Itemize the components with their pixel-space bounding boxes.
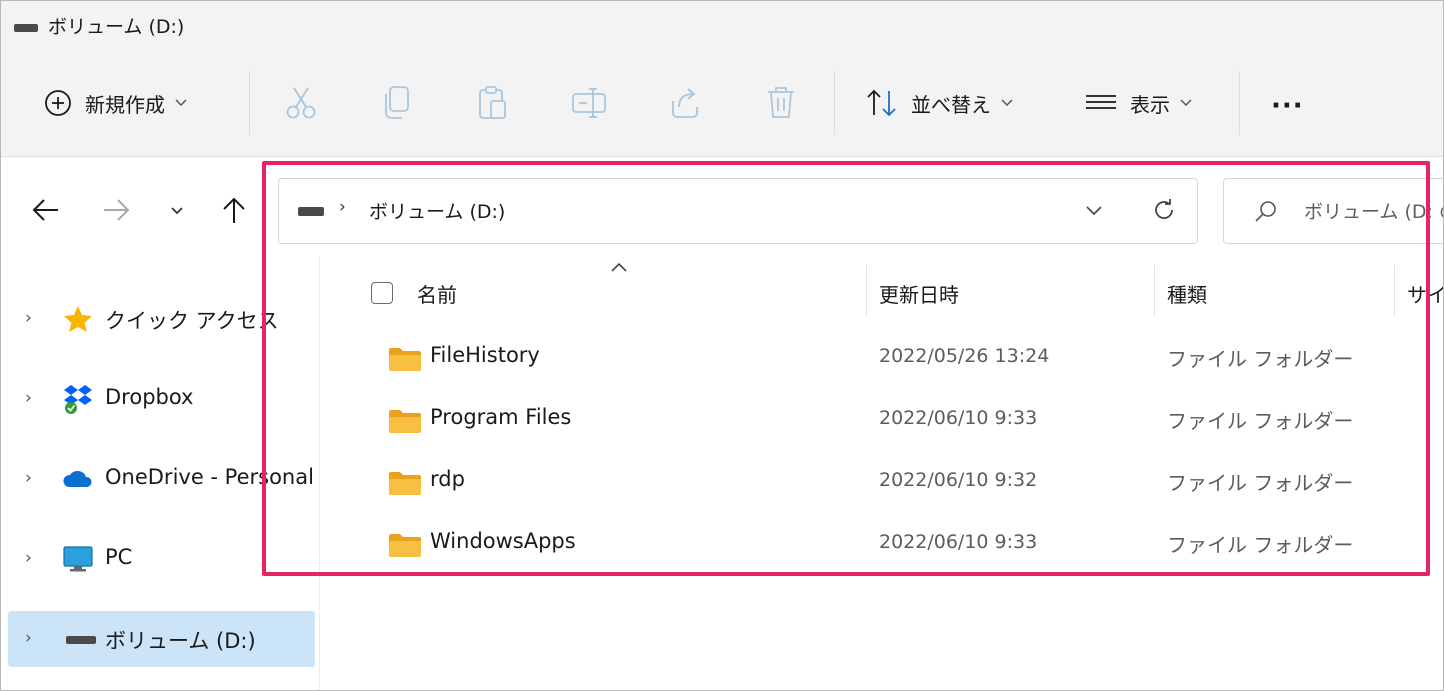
sidebar-item-pc[interactable]: › PC — [1, 531, 319, 587]
sidebar-item-label: Dropbox — [105, 385, 194, 409]
title-bar: ボリューム (D:) — [1, 1, 1443, 57]
monitor-icon — [63, 546, 93, 572]
more-dots-icon: ··· — [1271, 91, 1304, 121]
folder-icon — [389, 348, 421, 371]
back-arrow-icon[interactable] — [32, 197, 60, 223]
file-date: 2022/06/10 9:33 — [879, 407, 1038, 429]
column-divider[interactable] — [1154, 265, 1155, 317]
toolbar-divider — [249, 71, 250, 135]
sidebar-item-dropbox[interactable]: › Dropbox — [1, 371, 319, 427]
paste-icon[interactable] — [477, 85, 509, 121]
folder-icon — [389, 534, 421, 557]
explorer-window: ボリューム (D:) 新規作成 並べ替え 表示 ··· › ボリューム (D:)… — [0, 0, 1444, 691]
file-list: 名前 更新日時 種類 サイ FileHistory 2022/05/26 13:… — [320, 257, 1443, 690]
trash-icon[interactable] — [766, 85, 796, 121]
column-header-size[interactable]: サイ — [1407, 279, 1443, 308]
onedrive-cloud-icon — [63, 470, 92, 487]
new-button-label: 新規作成 — [85, 92, 165, 117]
drive-icon — [298, 207, 324, 216]
sidebar-item-volume-d[interactable]: › ボリューム (D:) — [8, 611, 315, 667]
file-row[interactable]: rdp 2022/06/10 9:32 ファイル フォルダー — [320, 450, 1443, 512]
view-button[interactable]: 表示 — [1084, 88, 1192, 118]
file-row[interactable]: WindowsApps 2022/06/10 9:33 ファイル フォルダー — [320, 512, 1443, 574]
cut-icon[interactable] — [284, 85, 318, 121]
file-type: ファイル フォルダー — [1167, 409, 1354, 433]
file-name: Program Files — [430, 405, 572, 429]
navigation-pane: › クイック アクセス › Dropbox › OneDrive - Perso… — [1, 257, 320, 690]
toolbar-divider — [1239, 71, 1240, 135]
expand-chevron-icon[interactable]: › — [25, 308, 32, 328]
column-header-name[interactable]: 名前 — [417, 279, 457, 308]
sidebar-item-label: PC — [105, 545, 133, 569]
window-title: ボリューム (D:) — [48, 16, 185, 38]
star-icon — [64, 306, 92, 332]
file-date: 2022/06/10 9:32 — [879, 469, 1038, 491]
new-button[interactable]: 新規作成 — [43, 88, 187, 118]
expand-chevron-icon[interactable]: › — [25, 548, 32, 568]
more-options-button[interactable]: ··· — [1271, 91, 1304, 121]
up-arrow-icon[interactable] — [221, 196, 247, 224]
sort-button[interactable]: 並べ替え — [865, 88, 1013, 118]
sidebar-item-quick-access[interactable]: › クイック アクセス — [1, 291, 319, 347]
file-type: ファイル フォルダー — [1167, 347, 1354, 371]
sidebar-item-label: クイック アクセス — [105, 309, 279, 333]
column-header-date[interactable]: 更新日時 — [879, 279, 959, 308]
forward-arrow-icon[interactable] — [102, 197, 130, 223]
chevron-down-icon — [1180, 99, 1192, 107]
file-name: rdp — [430, 467, 465, 491]
file-row[interactable]: Program Files 2022/06/10 9:33 ファイル フォルダー — [320, 388, 1443, 450]
breadcrumb-current[interactable]: ボリューム (D:) — [369, 197, 505, 224]
share-icon[interactable] — [669, 85, 701, 121]
list-view-icon — [1086, 95, 1116, 109]
chevron-down-icon — [1001, 99, 1013, 107]
toolbar-divider — [834, 71, 835, 135]
sort-button-label: 並べ替え — [911, 92, 991, 117]
drive-icon — [66, 636, 96, 644]
sort-arrows-icon — [867, 89, 896, 117]
rename-icon[interactable] — [571, 85, 607, 121]
sidebar-item-label: ボリューム (D:) — [105, 629, 256, 653]
search-box[interactable]: ボリューム (D: の — [1223, 178, 1444, 244]
navigation-bar: › ボリューム (D:) ボリューム (D: の — [1, 157, 1443, 257]
file-date: 2022/06/10 9:33 — [879, 531, 1038, 553]
address-history-chevron-icon[interactable] — [1085, 201, 1103, 219]
dropbox-icon — [64, 385, 92, 414]
view-button-label: 表示 — [1130, 92, 1170, 117]
file-name: FileHistory — [430, 343, 540, 367]
select-all-checkbox[interactable] — [371, 282, 393, 304]
search-icon — [1255, 201, 1276, 222]
chevron-down-icon — [175, 99, 187, 107]
refresh-icon[interactable] — [1151, 197, 1177, 223]
column-divider[interactable] — [1394, 265, 1395, 317]
expand-chevron-icon[interactable]: › — [25, 628, 32, 648]
drive-icon — [14, 24, 38, 32]
column-header-row: 名前 更新日時 種類 サイ — [320, 257, 1443, 317]
file-row[interactable]: FileHistory 2022/05/26 13:24 ファイル フォルダー — [320, 326, 1443, 388]
recent-locations-chevron-icon[interactable] — [170, 206, 184, 216]
expand-chevron-icon[interactable]: › — [25, 468, 32, 488]
sidebar-item-onedrive[interactable]: › OneDrive - Personal — [1, 451, 319, 507]
file-name: WindowsApps — [430, 529, 576, 553]
column-header-type[interactable]: 種類 — [1167, 279, 1207, 308]
file-type: ファイル フォルダー — [1167, 533, 1354, 557]
copy-icon[interactable] — [382, 85, 412, 121]
file-type: ファイル フォルダー — [1167, 471, 1354, 495]
file-date: 2022/05/26 13:24 — [879, 345, 1050, 367]
sidebar-item-label: OneDrive - Personal — [105, 465, 314, 489]
folder-icon — [389, 472, 421, 495]
search-placeholder: ボリューム (D: の — [1304, 201, 1444, 223]
expand-chevron-icon[interactable]: › — [25, 388, 32, 408]
address-bar[interactable]: › ボリューム (D:) — [278, 178, 1198, 244]
command-bar: 新規作成 並べ替え 表示 ··· — [1, 57, 1443, 157]
plus-circle-icon — [45, 90, 71, 116]
breadcrumb-separator: › — [339, 197, 346, 217]
folder-icon — [389, 410, 421, 433]
column-divider[interactable] — [866, 265, 867, 317]
